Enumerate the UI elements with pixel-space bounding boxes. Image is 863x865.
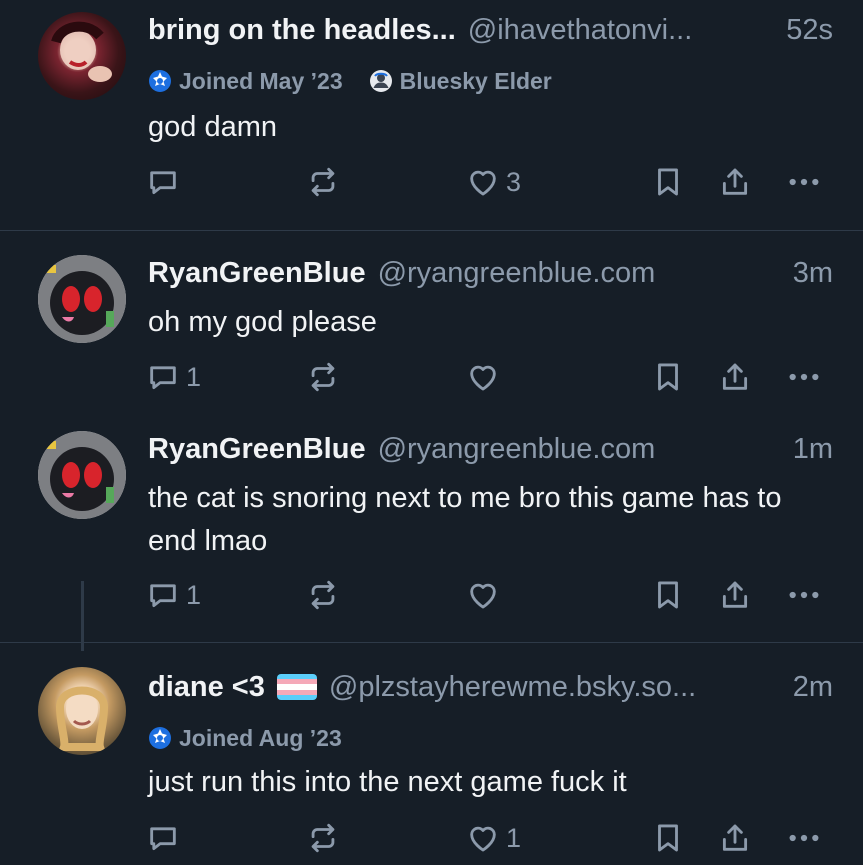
reply-button[interactable] [146, 816, 186, 860]
repost-icon [306, 165, 340, 199]
share-button[interactable] [718, 816, 752, 860]
timestamp[interactable]: 1m [793, 433, 833, 466]
repost-icon [306, 821, 340, 855]
bookmark-icon [651, 821, 685, 855]
post-actions: 1 [0, 355, 863, 399]
avatar[interactable] [38, 667, 126, 755]
avatar-image [38, 431, 126, 519]
reply-button[interactable] [146, 160, 186, 204]
elder-badge[interactable]: Bluesky Elder [369, 68, 552, 95]
joined-badge[interactable]: Joined May ’23 [148, 68, 343, 95]
repost-icon [306, 360, 340, 394]
joined-badge[interactable]: Joined Aug ’23 [148, 725, 342, 752]
avatar[interactable] [38, 431, 126, 519]
bookmark-icon [651, 360, 685, 394]
thread: RyanGreenBlue @ryangreenblue.com 3m oh m… [0, 231, 863, 651]
trans-flag-icon [276, 674, 317, 700]
elder-label: Bluesky Elder [399, 67, 552, 94]
bookmark-button[interactable] [651, 160, 685, 204]
bookmark-button[interactable] [651, 573, 685, 617]
post-text: just run this into the next game fuck it [148, 766, 627, 798]
like-count: 3 [506, 166, 522, 197]
display-name[interactable]: RyanGreenBlue [148, 433, 366, 466]
reply-icon [146, 578, 180, 612]
reply-icon [146, 165, 180, 199]
reply-icon [146, 360, 180, 394]
repost-button[interactable] [306, 573, 340, 617]
repost-icon [306, 578, 340, 612]
share-icon [718, 821, 752, 855]
handle[interactable]: @plzstayherewme.bsky.so... [329, 671, 781, 704]
post-header: diane <3 @plzstayherewme.bsky.so... 2m [148, 667, 833, 707]
repost-button[interactable] [306, 160, 340, 204]
post-text: oh my god please [148, 306, 377, 338]
more-icon [787, 821, 821, 855]
elder-badge-icon [369, 69, 393, 93]
share-button[interactable] [718, 355, 752, 399]
like-icon [466, 165, 500, 199]
post-text: god damn [148, 111, 277, 143]
avatar[interactable] [38, 255, 126, 343]
like-button[interactable] [466, 573, 506, 617]
post-text: the cat is snoring next to me bro this g… [148, 482, 782, 557]
timestamp[interactable]: 3m [793, 257, 833, 290]
repost-button[interactable] [306, 816, 340, 860]
avatar[interactable] [38, 12, 126, 100]
share-button[interactable] [718, 160, 752, 204]
reply-button[interactable]: 1 [146, 573, 201, 617]
new-account-icon [148, 69, 172, 93]
post-header: RyanGreenBlue @ryangreenblue.com 3m [148, 253, 833, 293]
like-count: 1 [506, 822, 522, 853]
reply-button[interactable]: 1 [146, 355, 201, 399]
reply-count: 1 [186, 361, 202, 392]
avatar-image [55, 686, 109, 751]
more-icon [787, 360, 821, 394]
share-icon [718, 360, 752, 394]
display-name[interactable]: diane <3 [148, 671, 265, 704]
handle[interactable]: @ihavethatonvi... [468, 14, 774, 47]
reply-count: 1 [186, 579, 202, 610]
post[interactable]: diane <3 @plzstayherewme.bsky.so... 2m J… [0, 643, 863, 865]
joined-label: Joined May ’23 [179, 67, 343, 94]
avatar-image [51, 21, 112, 82]
more-button[interactable] [787, 160, 821, 204]
bookmark-button[interactable] [651, 355, 685, 399]
display-name[interactable]: RyanGreenBlue [148, 257, 366, 290]
more-button[interactable] [787, 816, 821, 860]
timestamp[interactable]: 52s [786, 14, 833, 47]
more-icon [787, 165, 821, 199]
display-name[interactable]: bring on the headles... [148, 14, 456, 47]
reply-icon [146, 821, 180, 855]
handle[interactable]: @ryangreenblue.com [378, 257, 781, 290]
joined-label: Joined Aug ’23 [179, 724, 342, 751]
like-icon [466, 578, 500, 612]
more-button[interactable] [787, 573, 821, 617]
post-header: RyanGreenBlue @ryangreenblue.com 1m [148, 429, 833, 469]
profile-badges: Joined May ’23 Bluesky Elder [148, 64, 578, 98]
repost-button[interactable] [306, 355, 340, 399]
post-actions: 3 [0, 160, 863, 204]
timestamp[interactable]: 2m [793, 671, 833, 704]
more-icon [787, 578, 821, 612]
post-header: bring on the headles... @ihavethatonvi..… [148, 10, 833, 50]
post-actions: 1 [0, 816, 863, 860]
like-icon [466, 360, 500, 394]
share-icon [718, 578, 752, 612]
new-account-icon [148, 726, 172, 750]
bookmark-icon [651, 165, 685, 199]
bookmark-button[interactable] [651, 816, 685, 860]
like-button[interactable]: 3 [466, 160, 521, 204]
bookmark-icon [651, 578, 685, 612]
more-button[interactable] [787, 355, 821, 399]
share-button[interactable] [718, 573, 752, 617]
like-icon [466, 821, 500, 855]
post[interactable]: bring on the headles... @ihavethatonvi..… [0, 0, 863, 231]
like-button[interactable]: 1 [466, 816, 521, 860]
post-actions: 1 [0, 573, 863, 617]
share-icon [718, 165, 752, 199]
handle[interactable]: @ryangreenblue.com [378, 433, 781, 466]
like-button[interactable] [466, 355, 506, 399]
profile-badges: Joined Aug ’23 [148, 721, 368, 755]
avatar-image [38, 255, 126, 343]
